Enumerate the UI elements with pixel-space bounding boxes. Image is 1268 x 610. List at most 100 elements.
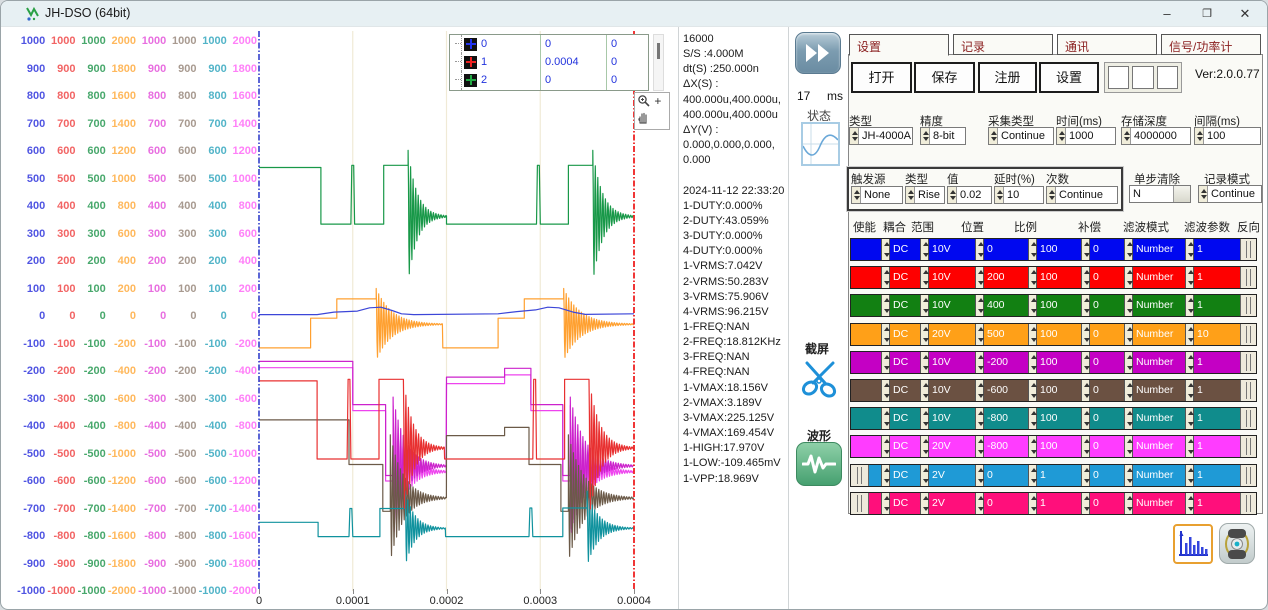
channel-coupling-spinner[interactable] [881, 295, 890, 316]
magnifier-icon[interactable] [637, 94, 651, 111]
channel-filter-spinner[interactable] [1124, 408, 1133, 429]
channel-row-1[interactable]: DC10V01000Number1 [850, 238, 1257, 261]
panel-button-3[interactable]: 注册 [978, 62, 1037, 93]
channel-position-spinner[interactable] [975, 295, 984, 316]
channel-comp-spinner[interactable] [1081, 267, 1090, 288]
close-button[interactable]: ✕ [1225, 1, 1265, 27]
trigger-spinner[interactable] [1047, 187, 1056, 203]
channel-ratio-spinner[interactable] [1028, 408, 1037, 429]
record-mode-field[interactable]: Continue [1198, 185, 1262, 203]
config-spinner[interactable] [1195, 128, 1204, 144]
channel-range-spinner[interactable] [920, 380, 929, 401]
channel-position-spinner[interactable] [975, 380, 984, 401]
channel-coupling-spinner[interactable] [881, 465, 890, 486]
channel-position-spinner[interactable] [975, 493, 984, 514]
channel-range-spinner[interactable] [920, 493, 929, 514]
channel-invert-toggle[interactable] [1240, 324, 1256, 345]
channel-ratio-spinner[interactable] [1028, 295, 1037, 316]
channel-ratio-spinner[interactable] [1028, 493, 1037, 514]
channel-invert-toggle[interactable] [1240, 267, 1256, 288]
screenshot-button[interactable] [798, 356, 842, 400]
channel-comp-spinner[interactable] [1081, 295, 1090, 316]
config-spinner[interactable] [921, 128, 930, 144]
channel-row-10[interactable]: DC2V010Number1 [850, 492, 1257, 515]
channel-coupling-spinner[interactable] [881, 352, 890, 373]
channel-ratio-spinner[interactable] [1028, 380, 1037, 401]
channel-comp-spinner[interactable] [1081, 380, 1090, 401]
channel-filter-spinner[interactable] [1124, 436, 1133, 457]
config-spinner[interactable] [1122, 128, 1131, 144]
channel-range-spinner[interactable] [920, 408, 929, 429]
enable-color-cell[interactable] [851, 436, 881, 457]
channel-coupling-spinner[interactable] [881, 436, 890, 457]
config-spinner[interactable] [1057, 128, 1066, 144]
trigger-spinner[interactable] [995, 187, 1004, 203]
channel-invert-toggle[interactable] [1240, 436, 1256, 457]
channel-invert-toggle[interactable] [1240, 295, 1256, 316]
trigger-spinner[interactable] [852, 187, 861, 203]
enable-color-cell[interactable] [851, 239, 881, 260]
channel-coupling-spinner[interactable] [881, 239, 890, 260]
config-spinner[interactable] [850, 128, 859, 144]
panel-button-2[interactable]: 保存 [914, 62, 975, 93]
channel-invert-toggle[interactable] [1240, 380, 1256, 401]
config-spinner[interactable] [989, 128, 998, 144]
channel-coupling-spinner[interactable] [881, 380, 890, 401]
channel-comp-spinner[interactable] [1081, 493, 1090, 514]
channel-row-2[interactable]: DC10V2001000Number1 [850, 266, 1257, 289]
channel-enable-toggle[interactable] [851, 493, 869, 514]
channel-filter-spinner[interactable] [1124, 352, 1133, 373]
trigger-field-1[interactable]: None [851, 186, 903, 204]
channel-coupling-spinner[interactable] [881, 408, 890, 429]
channel-position-spinner[interactable] [975, 436, 984, 457]
channel-ratio-spinner[interactable] [1028, 239, 1037, 260]
legend-scrollbar[interactable] [653, 34, 664, 91]
config-field-3[interactable]: Continue [988, 127, 1054, 145]
zoom-plus-label[interactable]: + [654, 94, 661, 108]
channel-ratio-spinner[interactable] [1028, 267, 1037, 288]
channel-filter-spinner[interactable] [1124, 493, 1133, 514]
legend-row[interactable]: 000 [450, 35, 648, 53]
channel-position-spinner[interactable] [975, 324, 984, 345]
channel-param-spinner[interactable] [1185, 267, 1194, 288]
cursor-legend-table[interactable]: 00010.0004020030.00040 [449, 34, 649, 91]
channel-param-spinner[interactable] [1185, 239, 1194, 260]
legend-row[interactable]: 200 [450, 71, 648, 89]
channel-row-6[interactable]: DC10V-6001000Number1 [850, 379, 1257, 402]
legend-row[interactable]: 10.00040 [450, 53, 648, 71]
config-field-2[interactable]: 8-bit [920, 127, 966, 145]
trigger-field-2[interactable]: Rise [905, 186, 945, 204]
panel-button-4[interactable]: 设置 [1039, 62, 1099, 93]
channel-filter-spinner[interactable] [1124, 324, 1133, 345]
channel-row-9[interactable]: DC2V010Number1 [850, 464, 1257, 487]
tab-通讯[interactable]: 通讯 [1057, 34, 1157, 55]
waveform-plot[interactable] [257, 31, 651, 591]
panel-button-1[interactable]: 打开 [851, 62, 912, 93]
waveform-button[interactable] [796, 442, 842, 486]
maximize-button[interactable]: ❐ [1187, 1, 1227, 27]
channel-invert-toggle[interactable] [1240, 493, 1256, 514]
channel-invert-toggle[interactable] [1240, 408, 1256, 429]
channel-invert-toggle[interactable] [1240, 465, 1256, 486]
channel-filter-spinner[interactable] [1124, 380, 1133, 401]
channel-ratio-spinner[interactable] [1028, 352, 1037, 373]
config-field-6[interactable]: 100 [1194, 127, 1261, 145]
trigger-spinner[interactable] [948, 187, 957, 203]
channel-comp-spinner[interactable] [1081, 408, 1090, 429]
pan-hand-icon[interactable] [637, 113, 650, 127]
legend-row[interactable]: 30.00040 [450, 89, 648, 91]
channel-comp-spinner[interactable] [1081, 239, 1090, 260]
channel-invert-toggle[interactable] [1240, 239, 1256, 260]
channel-position-spinner[interactable] [975, 239, 984, 260]
channel-filter-spinner[interactable] [1124, 465, 1133, 486]
channel-coupling-spinner[interactable] [881, 493, 890, 514]
config-field-4[interactable]: 1000 [1056, 127, 1116, 145]
enable-color-cell[interactable] [851, 380, 881, 401]
camera-device-button[interactable] [1219, 523, 1255, 564]
step-clear-field[interactable]: N [1129, 185, 1191, 203]
channel-filter-spinner[interactable] [1124, 295, 1133, 316]
channel-range-spinner[interactable] [920, 295, 929, 316]
minimize-button[interactable]: – [1147, 1, 1187, 27]
channel-row-3[interactable]: DC10V4001000Number1 [850, 294, 1257, 317]
config-field-1[interactable]: JH-4000A [849, 127, 913, 145]
